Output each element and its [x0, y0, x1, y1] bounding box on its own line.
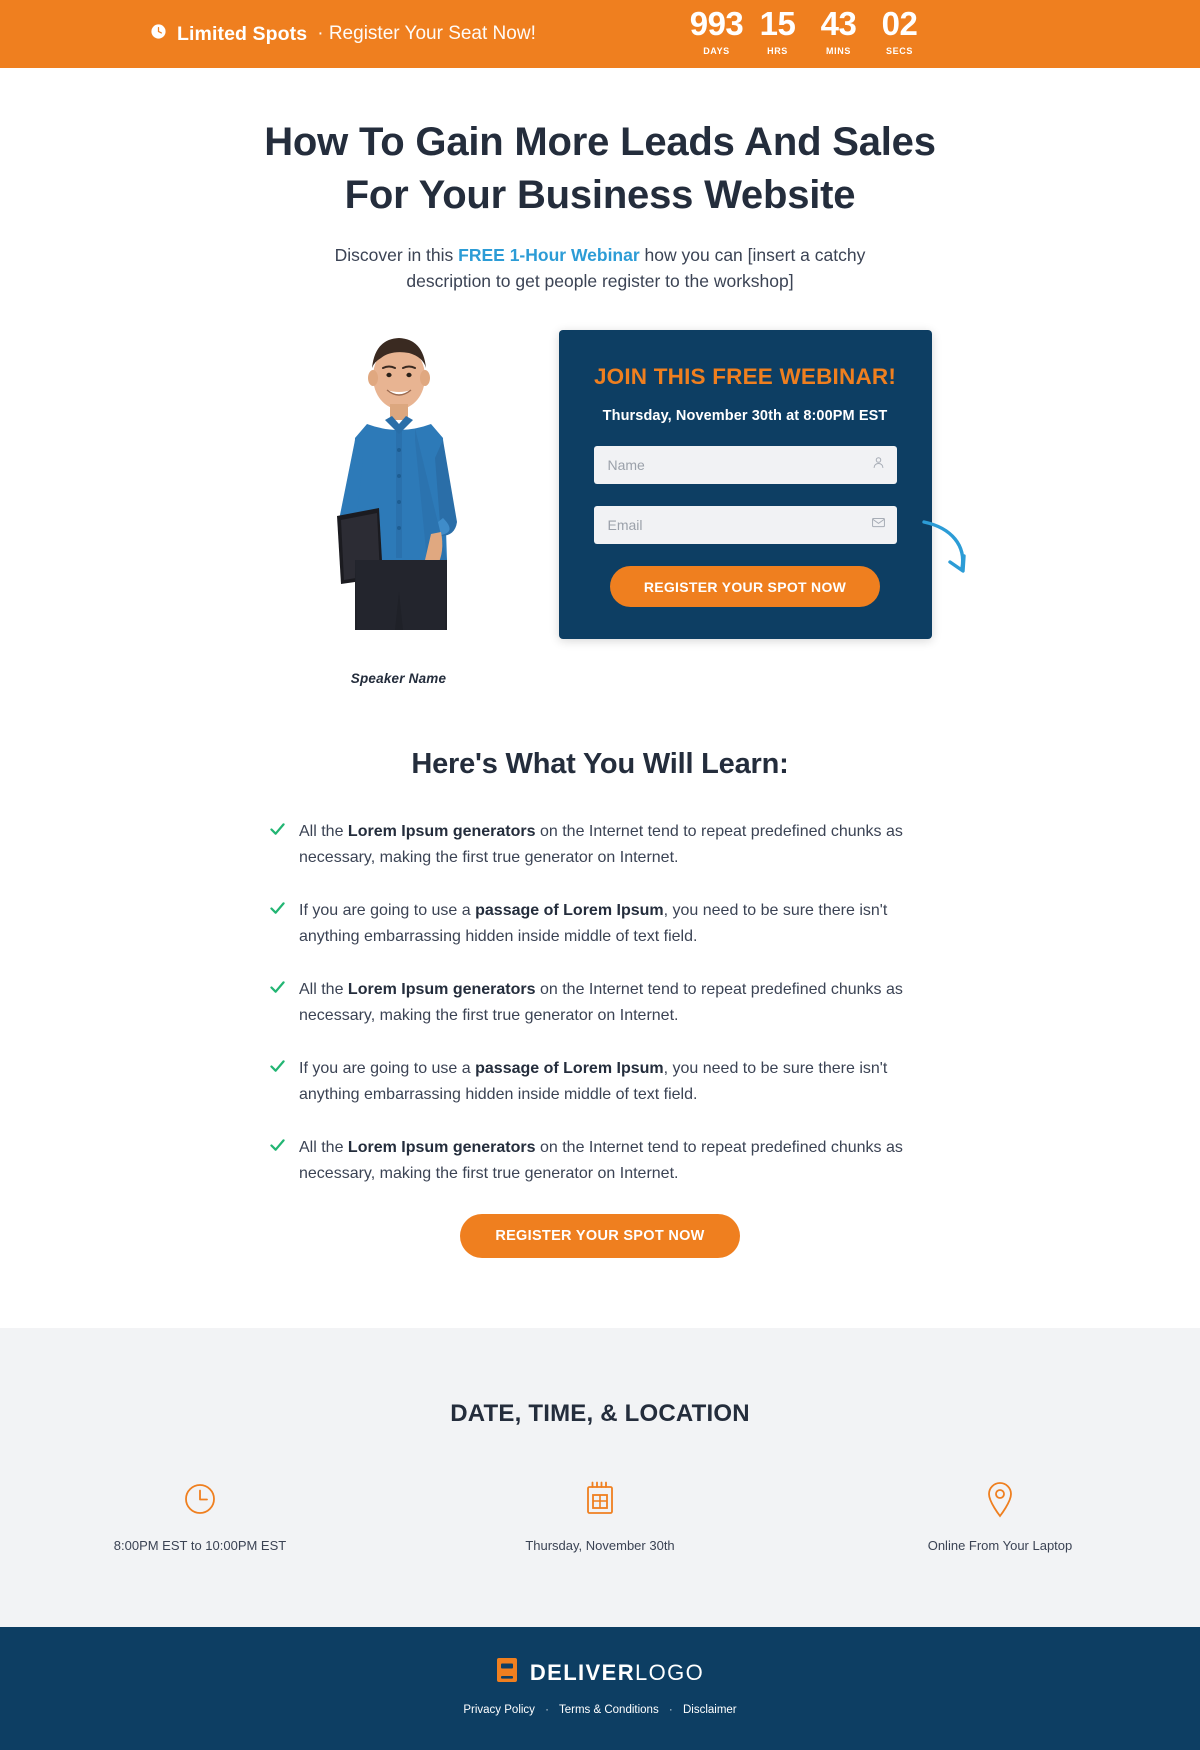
curved-arrow-icon [918, 518, 974, 585]
limited-spots-strong: Limited Spots [177, 22, 308, 45]
info-section: DATE, TIME, & LOCATION 8:00PM EST to 10:… [0, 1328, 1200, 1627]
headline-line-1: How To Gain More Leads And Sales [264, 120, 936, 164]
limited-spots-notice: Limited Spots · Register Your Seat Now! [150, 23, 536, 46]
list-item: If you are going to use a passage of Lor… [270, 1056, 930, 1108]
name-field-wrap [593, 446, 897, 484]
bullet-text: All the Lorem Ipsum generators on the In… [299, 977, 930, 1029]
bullet-text: All the Lorem Ipsum generators on the In… [299, 1135, 930, 1187]
page-title: How To Gain More Leads And Sales For You… [0, 116, 1200, 222]
footer: DELIVERLOGO Privacy Policy · Terms & Con… [0, 1627, 1200, 1750]
countdown-unit-hours: 15 HRS [747, 5, 808, 57]
countdown-unit-minutes: 43 MINS [808, 5, 869, 57]
info-column-date: Thursday, November 30th [400, 1478, 800, 1553]
footer-separator: · [545, 1704, 549, 1716]
countdown-seconds-label: SECS [886, 46, 913, 56]
countdown-bar: Limited Spots · Register Your Seat Now! … [0, 0, 1200, 68]
check-icon [270, 1139, 285, 1187]
countdown-timer: 993 DAYS 15 HRS 43 MINS 02 SECS [686, 5, 930, 57]
hero-subheading: Discover in this FREE 1-Hour Webinar how… [330, 242, 870, 294]
bullet-text: If you are going to use a passage of Lor… [299, 898, 930, 950]
check-icon [270, 823, 285, 871]
info-columns: 8:00PM EST to 10:00PM EST Thursday, Nove… [0, 1478, 1200, 1553]
countdown-days-value: 993 [689, 5, 744, 42]
check-icon [270, 1060, 285, 1108]
countdown-minutes-value: 43 [820, 5, 857, 42]
bullet-bold: Lorem Ipsum generators [347, 823, 536, 840]
bullet-pre: All the [299, 981, 348, 998]
cta-wrap: REGISTER YOUR SPOT NOW [0, 1214, 1200, 1258]
form-submit-button[interactable]: REGISTER YOUR SPOT NOW [610, 566, 880, 607]
list-item: If you are going to use a passage of Lor… [270, 898, 930, 950]
list-item: All the Lorem Ipsum generators on the In… [270, 977, 930, 1029]
subhead-before: Discover in this [334, 245, 459, 265]
check-icon [270, 981, 285, 1029]
form-title: JOIN THIS FREE WEBINAR! [593, 364, 897, 389]
speaker-photo [311, 330, 486, 655]
info-column-time: 8:00PM EST to 10:00PM EST [0, 1478, 400, 1553]
subhead-highlight: FREE 1-Hour Webinar [458, 245, 640, 265]
register-cta-button[interactable]: REGISTER YOUR SPOT NOW [460, 1214, 740, 1258]
limited-spots-rest: · Register Your Seat Now! [317, 23, 536, 44]
countdown-unit-days: 993 DAYS [686, 5, 747, 57]
info-label-date: Thursday, November 30th [525, 1538, 675, 1553]
countdown-unit-seconds: 02 SECS [869, 5, 930, 57]
learn-bullet-list: All the Lorem Ipsum generators on the In… [270, 819, 930, 1187]
info-label-time: 8:00PM EST to 10:00PM EST [113, 1538, 287, 1553]
countdown-seconds-value: 02 [881, 5, 918, 42]
bullet-pre: All the [299, 823, 348, 840]
check-icon [270, 902, 285, 950]
list-item: All the Lorem Ipsum generators on the In… [270, 1135, 930, 1187]
hero-body: Speaker Name JOIN THIS FREE WEBINAR! Thu… [0, 330, 1200, 686]
registration-form-card: JOIN THIS FREE WEBINAR! Thursday, Novemb… [558, 330, 966, 639]
hero-section: How To Gain More Leads And Sales For You… [0, 68, 1200, 686]
footer-logo-text: DELIVERLOGO [530, 1660, 704, 1686]
name-input[interactable] [593, 446, 897, 484]
footer-link-disclaimer[interactable]: Disclaimer [683, 1704, 737, 1716]
email-input[interactable] [593, 506, 897, 544]
logo-light: LOGO [634, 1659, 705, 1685]
speaker-block: Speaker Name [269, 330, 529, 686]
headline-line-2: For Your Business Website [344, 173, 856, 217]
bullet-bold: Lorem Ipsum generators [347, 981, 536, 998]
map-pin-icon [800, 1478, 1200, 1520]
countdown-hours-value: 15 [759, 5, 796, 42]
bullet-text: All the Lorem Ipsum generators on the In… [299, 819, 930, 871]
form-date-line: Thursday, November 30th at 8:00PM EST [602, 408, 888, 424]
calendar-icon [400, 1478, 800, 1520]
footer-logo: DELIVERLOGO [0, 1657, 1200, 1688]
countdown-hours-label: HRS [767, 46, 788, 56]
list-item: All the Lorem Ipsum generators on the In… [270, 819, 930, 871]
learn-section: Here's What You Will Learn: All the Lore… [0, 748, 1200, 1328]
bullet-pre: If you are going to use a [299, 1060, 476, 1077]
footer-links: Privacy Policy · Terms & Conditions · Di… [0, 1704, 1200, 1716]
clock-icon [0, 1478, 400, 1520]
learn-title: Here's What You Will Learn: [411, 748, 789, 780]
info-column-location: Online From Your Laptop [800, 1478, 1200, 1553]
countdown-minutes-label: MINS [826, 46, 851, 56]
speaker-name: Speaker Name [350, 671, 447, 686]
countdown-days-label: DAYS [703, 46, 730, 56]
email-field-wrap [593, 506, 897, 544]
info-title: DATE, TIME, & LOCATION [450, 1400, 750, 1427]
bullet-bold: Lorem Ipsum generators [347, 1139, 536, 1156]
info-label-location: Online From Your Laptop [927, 1538, 1073, 1553]
logo-bold: DELIVER [529, 1659, 635, 1685]
bullet-bold: passage of Lorem Ipsum [475, 902, 664, 919]
book-logo-icon [496, 1657, 518, 1688]
bullet-pre: All the [299, 1139, 348, 1156]
bullet-text: If you are going to use a passage of Lor… [299, 1056, 930, 1108]
bullet-pre: If you are going to use a [299, 902, 476, 919]
footer-link-privacy[interactable]: Privacy Policy [463, 1704, 535, 1716]
clock-icon [150, 23, 167, 46]
bullet-bold: passage of Lorem Ipsum [475, 1060, 664, 1077]
footer-link-terms[interactable]: Terms & Conditions [559, 1704, 659, 1716]
footer-separator: · [668, 1704, 673, 1716]
